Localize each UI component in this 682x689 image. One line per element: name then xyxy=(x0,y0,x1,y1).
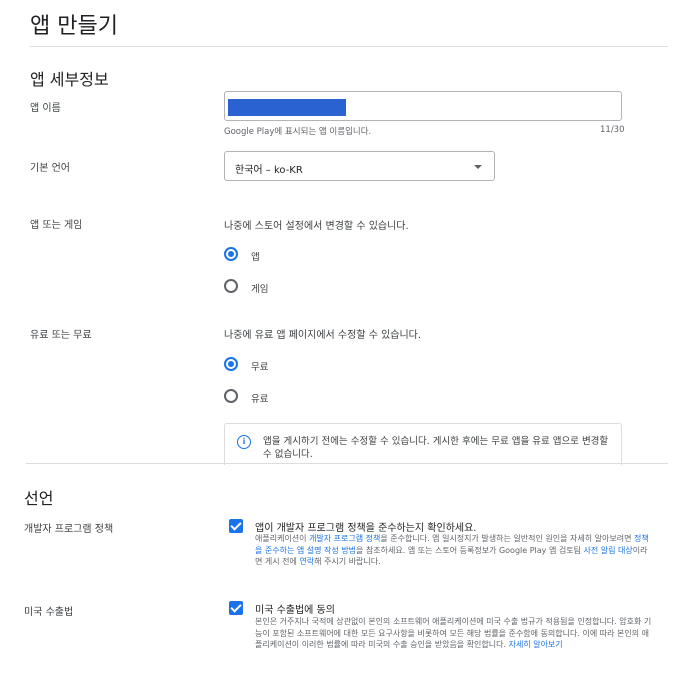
pricing-info-box: i 앱을 게시하기 전에는 수정할 수 있습니다. 게시한 후에는 무료 앱을 … xyxy=(224,423,622,465)
policy-desc-text-2: 을 준수합니다. 앱 일시정지가 발생하는 일반적인 원인을 자세히 알아보려면 xyxy=(380,534,634,543)
radio-paid-label[interactable]: 유료 xyxy=(251,391,268,405)
radio-paid[interactable] xyxy=(224,389,238,403)
export-law-checkbox[interactable] xyxy=(229,601,243,615)
policy-desc-text-3: 을 참조하세요. 앱 또는 스토어 등록정보가 Google Play 앱 검토… xyxy=(356,545,584,555)
radio-app[interactable] xyxy=(224,247,238,261)
policy-desc-text-5: 해 주시기 바랍니다. xyxy=(314,557,381,566)
redacted-app-name xyxy=(228,99,346,116)
radio-app-label[interactable]: 앱 xyxy=(251,249,260,263)
export-law-checkbox-title[interactable]: 미국 수출법에 동의 xyxy=(255,601,335,616)
app-name-label: 앱 이름 xyxy=(30,103,61,114)
policy-desc-text-1: 애플리케이션이 xyxy=(255,534,310,543)
chevron-down-icon xyxy=(474,165,482,169)
policy-label: 개발자 프로그램 정책 xyxy=(24,524,114,535)
app-name-counter: 11/30 xyxy=(600,125,625,135)
radio-free-label[interactable]: 무료 xyxy=(251,359,268,373)
export-law-description: 본인은 거주지나 국적에 상관없이 본인의 소프트웨어 애플리케이션에 미국 수… xyxy=(255,616,653,651)
radio-game-label[interactable]: 게임 xyxy=(251,281,268,295)
policy-checkbox[interactable] xyxy=(229,519,243,533)
app-name-helper: Google Play에 표시되는 앱 이름입니다. xyxy=(224,127,372,137)
free-or-paid-hint: 나중에 유료 앱 페이지에서 수정할 수 있습니다. xyxy=(224,330,422,341)
section-title-app-details: 앱 세부정보 xyxy=(30,70,109,89)
radio-game[interactable] xyxy=(224,279,238,293)
section-divider xyxy=(26,463,668,464)
export-law-label: 미국 수출법 xyxy=(24,607,74,618)
title-divider xyxy=(30,46,668,47)
language-select-value: 한국어 – ko-KR xyxy=(235,165,303,176)
developer-policy-link[interactable]: 개발자 프로그램 정책 xyxy=(309,534,380,543)
app-name-input[interactable] xyxy=(224,91,622,121)
policy-description: 애플리케이션이 개발자 프로그램 정책을 준수합니다. 앱 일시정지가 발생하는… xyxy=(255,533,653,568)
language-select[interactable]: 한국어 – ko-KR xyxy=(224,151,495,181)
pricing-info-text: 앱을 게시하기 전에는 수정할 수 있습니다. 게시한 후에는 무료 앱을 유료… xyxy=(263,436,609,460)
app-or-game-hint: 나중에 스토어 설정에서 변경할 수 있습니다. xyxy=(224,221,409,232)
page-title: 앱 만들기 xyxy=(30,14,118,39)
language-label: 기본 언어 xyxy=(30,163,70,174)
export-law-desc-text: 본인은 거주지나 국적에 상관없이 본인의 소프트웨어 애플리케이션에 미국 수… xyxy=(255,617,652,649)
contact-link[interactable]: 연락 xyxy=(299,557,314,566)
free-or-paid-label: 유료 또는 무료 xyxy=(30,330,92,341)
section-title-declarations: 선언 xyxy=(24,489,54,508)
app-or-game-label: 앱 또는 게임 xyxy=(30,220,83,231)
learn-more-link[interactable]: 자세히 알아보기 xyxy=(509,640,563,649)
policy-checkbox-title[interactable]: 앱이 개발자 프로그램 정책을 준수하는지 확인하세요. xyxy=(255,519,476,534)
pre-notification-link[interactable]: 사전 알림 대상 xyxy=(583,546,632,555)
info-icon: i xyxy=(237,435,251,449)
radio-free[interactable] xyxy=(224,357,238,371)
